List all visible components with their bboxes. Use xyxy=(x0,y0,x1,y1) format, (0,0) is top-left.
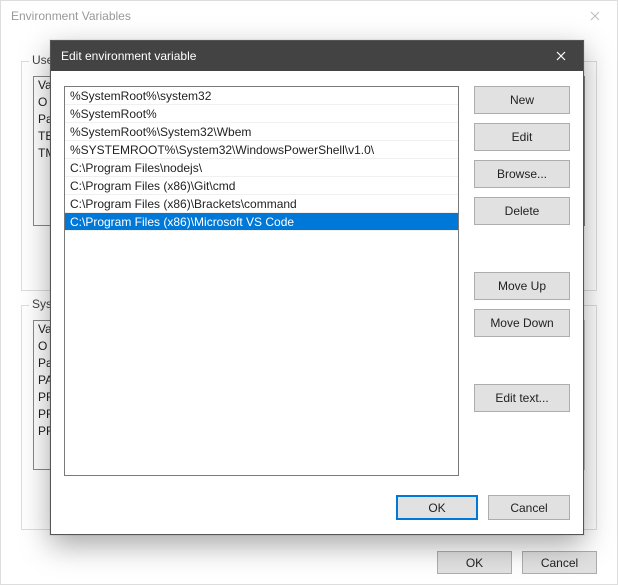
browse-button[interactable]: Browse... xyxy=(474,160,570,188)
edit-titlebar: Edit environment variable xyxy=(51,41,583,71)
edit-body: %SystemRoot%\system32%SystemRoot%%System… xyxy=(64,86,570,486)
path-row[interactable]: %SYSTEMROOT%\System32\WindowsPowerShell\… xyxy=(65,141,458,159)
path-row[interactable]: C:\Program Files\nodejs\ xyxy=(65,159,458,177)
path-row[interactable]: %SystemRoot%\System32\Wbem xyxy=(65,123,458,141)
edit-ok-button[interactable]: OK xyxy=(396,495,478,520)
edit-close-button[interactable] xyxy=(538,41,583,71)
path-row[interactable]: C:\Program Files (x86)\Brackets\command xyxy=(65,195,458,213)
delete-button[interactable]: Delete xyxy=(474,197,570,225)
new-button[interactable]: New xyxy=(474,86,570,114)
side-buttons: New Edit Browse... Delete Move Up Move D… xyxy=(474,86,570,412)
path-row[interactable]: %SystemRoot%\system32 xyxy=(65,87,458,105)
parent-close-button[interactable] xyxy=(572,1,617,31)
edit-cancel-button[interactable]: Cancel xyxy=(488,495,570,520)
edit-title: Edit environment variable xyxy=(61,49,196,63)
edit-footer: OK Cancel xyxy=(396,495,570,520)
move-up-button[interactable]: Move Up xyxy=(474,272,570,300)
edit-button[interactable]: Edit xyxy=(474,123,570,151)
path-row[interactable]: %SystemRoot% xyxy=(65,105,458,123)
close-icon xyxy=(590,11,600,21)
path-row[interactable]: C:\Program Files (x86)\Git\cmd xyxy=(65,177,458,195)
path-row[interactable]: C:\Program Files (x86)\Microsoft VS Code xyxy=(65,213,458,231)
parent-titlebar: Environment Variables xyxy=(1,1,617,31)
close-icon xyxy=(556,51,566,61)
edit-text-button[interactable]: Edit text... xyxy=(474,384,570,412)
parent-ok-button[interactable]: OK xyxy=(437,551,512,574)
move-down-button[interactable]: Move Down xyxy=(474,309,570,337)
paths-list[interactable]: %SystemRoot%\system32%SystemRoot%%System… xyxy=(64,86,459,476)
edit-env-var-dialog: Edit environment variable %SystemRoot%\s… xyxy=(50,40,584,535)
parent-footer: OK Cancel xyxy=(437,551,597,574)
parent-title: Environment Variables xyxy=(11,9,131,23)
parent-cancel-button[interactable]: Cancel xyxy=(522,551,597,574)
